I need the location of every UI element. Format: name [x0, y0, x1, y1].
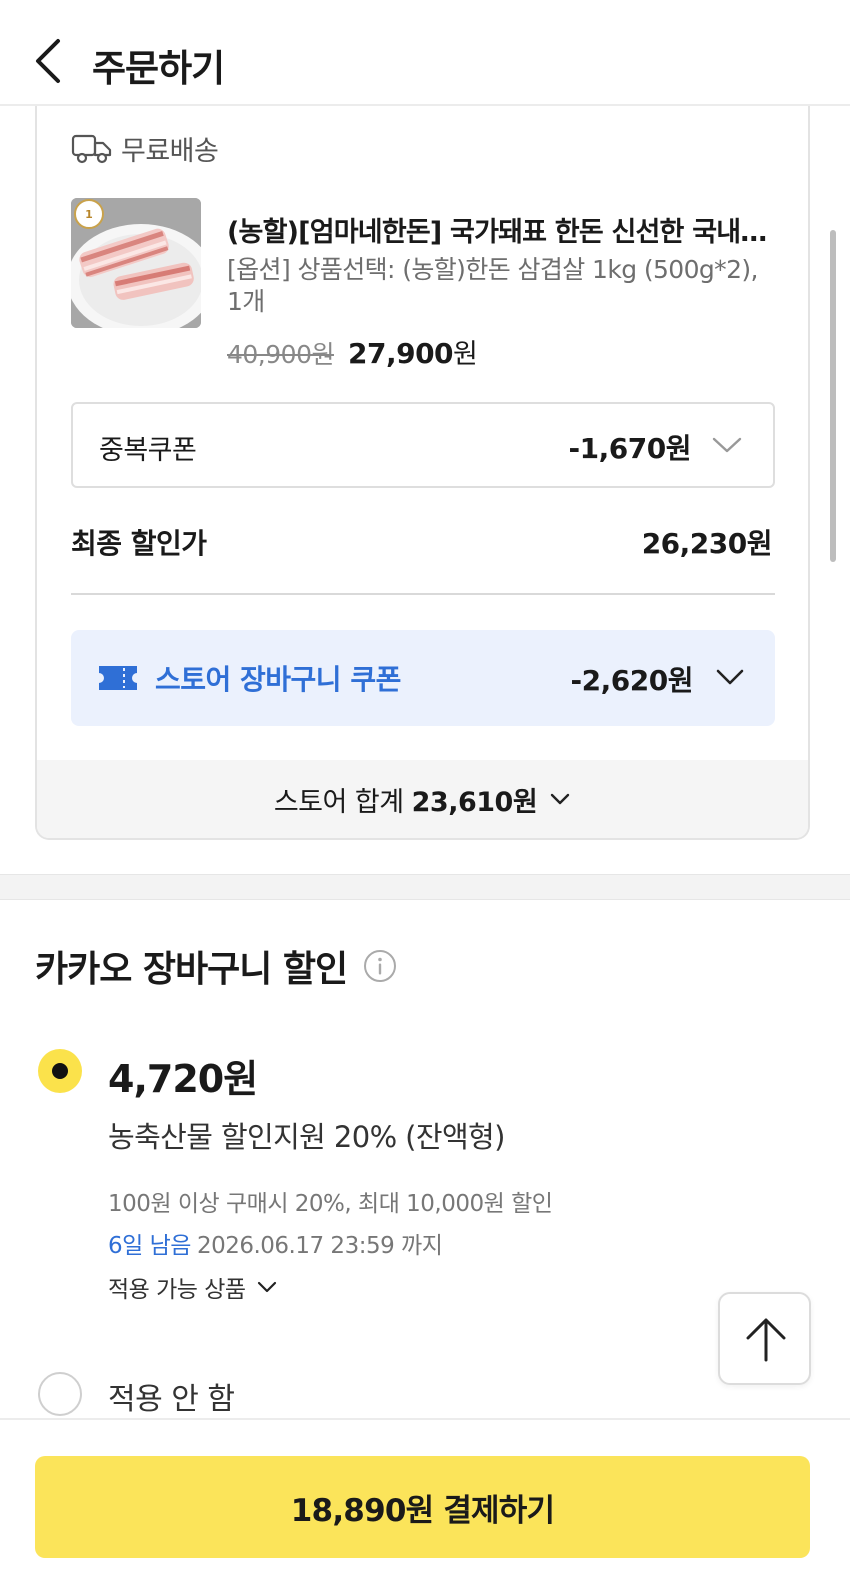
pay-button[interactable]: 18,890원 결제하기: [35, 1456, 810, 1558]
product-name[interactable]: (농할)[엄마네한돈] 국가돼표 한돈 신선한 국내산 삼겹살: [227, 210, 777, 249]
truck-icon: [71, 134, 112, 164]
expiry-date: 2026.06.17 23:59 까지: [196, 1233, 443, 1259]
scrollbar[interactable]: [830, 230, 836, 562]
section-separator: [0, 874, 850, 900]
store-coupon-amount: -2,620원: [570, 664, 694, 697]
coupon-label: 중복쿠폰: [99, 435, 197, 466]
discount-amount: 4,720원: [108, 1057, 258, 1101]
store-total-value: 23,610원: [411, 786, 538, 818]
final-price-label: 최종 할인가: [71, 527, 207, 560]
arrow-up-icon: [746, 1318, 786, 1362]
pay-button-label: 18,890원 결제하기: [290, 1492, 555, 1529]
store-order-card: 무료배송 1 (농할)[엄마네한돈] 국가돼표 한돈 신선한 국내산 삼겹살 […: [35, 106, 810, 840]
kakao-discount-title-text: 카카오 장바구니 할인: [35, 949, 348, 990]
no-apply-radio[interactable]: [38, 1372, 82, 1416]
bottom-bar: 18,890원 결제하기: [0, 1418, 850, 1579]
no-apply-label: 적용 안 함: [108, 1382, 235, 1417]
sale-price-value: 27,900: [347, 337, 454, 370]
duplicate-coupon-select[interactable]: 중복쿠폰 -1,670원: [71, 402, 775, 488]
store-total-label: 스토어 합계: [273, 786, 404, 818]
original-price: 40,900원: [227, 340, 334, 369]
expiry-row: 6일 남음 2026.06.17 23:59 까지: [108, 1226, 443, 1260]
discount-name: 농축산물 할인지원 20% (잔액형): [108, 1120, 505, 1154]
page-title: 주문하기: [92, 47, 225, 90]
scroll-to-top-button[interactable]: [718, 1292, 811, 1385]
applicable-products-toggle[interactable]: 적용 가능 상품: [108, 1270, 278, 1304]
svg-text:1: 1: [85, 208, 93, 221]
shipping-row: 무료배송: [71, 130, 219, 167]
coupon-amount: -1,670원: [568, 432, 692, 465]
final-price-value: 26,230원: [641, 527, 773, 560]
ticket-icon: [99, 666, 137, 690]
product-option: [옵션] 상품선택: (농할)한돈 삼겹살 1kg (500g*2), 1개: [227, 255, 758, 316]
product-image[interactable]: 1: [71, 198, 201, 328]
sale-price: 27,900원: [347, 332, 478, 371]
chevron-down-icon: [712, 437, 742, 453]
chevron-down-icon: [550, 793, 570, 805]
back-arrow-icon[interactable]: [30, 38, 70, 84]
discount-condition: 100원 이상 구매시 20%, 최대 10,000원 할인: [108, 1191, 553, 1217]
days-left: 6일 남음: [108, 1233, 191, 1259]
price-row: 40,900원 27,900원: [227, 332, 478, 371]
chevron-down-icon: [716, 669, 744, 685]
discount-option-radio[interactable]: [38, 1049, 82, 1093]
sale-price-unit: 원: [453, 339, 478, 370]
header: 주문하기: [0, 0, 850, 106]
store-cart-coupon[interactable]: 스토어 장바구니 쿠폰 -2,620원: [71, 630, 775, 726]
store-coupon-label: 스토어 장바구니 쿠폰: [155, 663, 401, 696]
shipping-label: 무료배송: [121, 135, 219, 167]
chevron-down-icon: [257, 1281, 276, 1293]
kakao-discount-title: 카카오 장바구니 할인: [35, 940, 397, 992]
info-icon[interactable]: [363, 949, 397, 983]
divider: [71, 593, 775, 595]
applicable-products-label: 적용 가능 상품: [108, 1277, 246, 1303]
store-total-toggle[interactable]: 스토어 합계 23,610원: [37, 760, 808, 838]
